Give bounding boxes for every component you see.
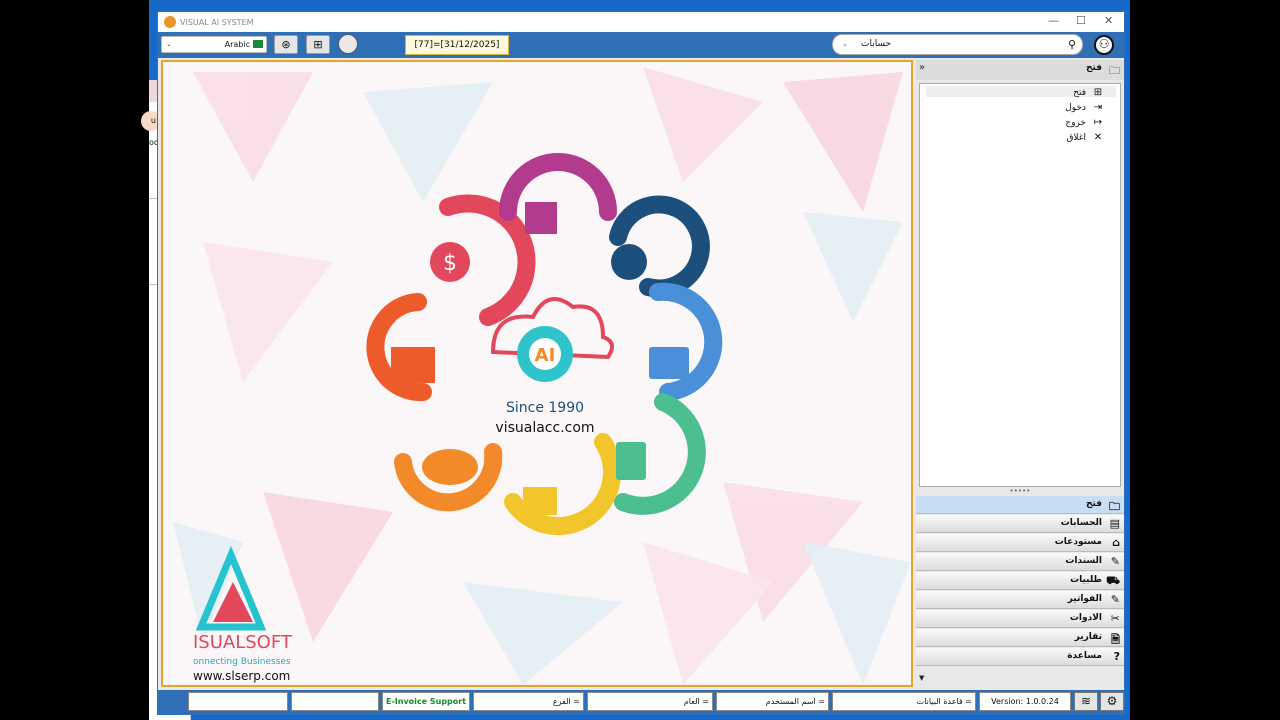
nav-item-reports[interactable]: تقارير 🗎 xyxy=(916,629,1124,647)
grid-view-button[interactable]: ⊞ xyxy=(306,35,330,54)
nav-item-label: مستودعات xyxy=(1054,537,1102,547)
tree-item-label: فتح xyxy=(1073,87,1086,98)
wifi-icon: ≋ xyxy=(1080,694,1092,708)
status-field-empty xyxy=(291,692,379,711)
tree-view[interactable]: ⊞ فتح ⇥ دخول ↦ خروج ✕ اغلاق xyxy=(919,83,1121,487)
tree-item-label: خروج xyxy=(1065,117,1086,128)
nav-item-help[interactable]: مساعدة? xyxy=(916,648,1124,666)
navigation-menu: فتح 🗀 الحسابات ▤ مستودعات ⌂ السندات ✎ طلبيات… xyxy=(916,496,1124,687)
nav-item-warehouses[interactable]: مستودعات ⌂ xyxy=(916,534,1124,552)
close-icon[interactable]: ✕ xyxy=(1104,14,1113,27)
invoice-icon: ✎ xyxy=(1110,593,1120,606)
nav-item-vouchers[interactable]: السندات ✎ xyxy=(916,553,1124,571)
search-icon[interactable]: ⚲ xyxy=(1068,35,1076,54)
login-icon: ⇥ xyxy=(1093,102,1103,113)
truck-icon: ⛟ xyxy=(1106,574,1120,587)
flag-icon xyxy=(253,40,263,48)
warehouse-icon: ⌂ xyxy=(1112,536,1120,549)
nav-item-label: تقارير xyxy=(1074,632,1102,642)
scroll-down-icon[interactable]: ▼ xyxy=(919,674,924,682)
brand-tagline: onnecting Businesses xyxy=(193,657,291,667)
language-label: Arabic xyxy=(224,40,250,49)
nav-item-label: الفواتير xyxy=(1067,594,1102,604)
grid-icon: ⊞ xyxy=(313,38,323,51)
status-field-empty xyxy=(188,692,288,711)
username-field: اسم المستخدم = xyxy=(716,692,829,711)
since-label: Since 1990 xyxy=(506,400,584,416)
window-title: VISUAL AI SYSTEM xyxy=(180,17,254,27)
maximize-icon[interactable]: ☐ xyxy=(1076,14,1086,27)
website-label: visualacc.com xyxy=(495,420,594,436)
tree-item-label: اغلاق xyxy=(1066,132,1086,143)
voucher-icon: ✎ xyxy=(1110,555,1120,568)
chevron-down-icon: ⌄ xyxy=(166,40,172,48)
nav-item-open[interactable]: فتح 🗀 xyxy=(916,496,1124,514)
user-profile-icon[interactable]: ⚇ xyxy=(1094,35,1114,55)
nav-item-tools[interactable]: الادوات ✂ xyxy=(916,610,1124,628)
right-panel: » فتح 🗀 ⊞ فتح ⇥ دخول ↦ خروج ✕ اغلاق ••••• فت… xyxy=(916,60,1124,687)
tools-icon: ✂ xyxy=(1110,612,1120,625)
minimize-icon[interactable]: — xyxy=(1048,14,1059,27)
tree-item-close[interactable]: ✕ اغلاق xyxy=(1066,132,1104,143)
tree-item-logout[interactable]: ↦ خروج xyxy=(1065,117,1104,128)
settings-button[interactable]: ⚙ xyxy=(1100,692,1124,711)
settings-target-button[interactable]: ⊛ xyxy=(274,35,298,54)
version-field: Version: 1.0.0.24 xyxy=(979,692,1071,711)
search-input[interactable]: ⌄ حسابات ⚲ xyxy=(832,34,1083,55)
folder-icon: 🗀 xyxy=(1109,64,1120,77)
splash-graphic: $ AI Since 1990 visualacc.com ISUALSOFT … xyxy=(173,67,911,685)
ai-label: AI xyxy=(535,345,556,366)
nav-item-label: مساعدة xyxy=(1067,651,1102,661)
tree-item-open[interactable]: ⊞ فتح xyxy=(1073,87,1104,98)
nav-item-label: السندات xyxy=(1065,556,1102,566)
logout-icon: ↦ xyxy=(1093,117,1103,128)
panel-splitter[interactable]: ••••• xyxy=(916,488,1124,496)
toolbar: ⌄ Arabic ⊛ ⊞ [77]=[31/12/2025] ⌄ حسابات … xyxy=(158,32,1124,58)
einvoice-status[interactable]: E-Invoice Support xyxy=(382,692,470,711)
right-panel-header: » فتح 🗀 xyxy=(916,60,1124,80)
app-icon xyxy=(164,16,176,28)
right-panel-title: فتح xyxy=(1085,63,1102,73)
svg-text:$: $ xyxy=(443,251,457,276)
app-window: VISUAL AI SYSTEM — ☐ ✕ ⌄ Arabic ⊛ ⊞ [77]… xyxy=(157,11,1125,715)
title-bar: VISUAL AI SYSTEM — ☐ ✕ xyxy=(158,12,1124,32)
brand-name: ISUALSOFT xyxy=(193,632,293,653)
gear-icon: ⚙ xyxy=(1106,694,1118,708)
period-date-box[interactable]: [77]=[31/12/2025] xyxy=(405,35,509,55)
splash-canvas: $ AI Since 1990 visualacc.com ISUALSOFT … xyxy=(161,60,913,687)
help-icon: ? xyxy=(1113,650,1120,663)
collapse-arrows-icon[interactable]: » xyxy=(919,62,925,73)
nav-item-label: فتح xyxy=(1085,499,1102,509)
nav-item-invoices[interactable]: الفواتير ✎ xyxy=(916,591,1124,609)
language-select[interactable]: ⌄ Arabic xyxy=(161,36,267,53)
branch-field: الفرع = xyxy=(473,692,584,711)
tree-item-label: دخول xyxy=(1065,102,1086,113)
chevron-down-icon[interactable]: ⌄ xyxy=(842,35,848,54)
brand-url: www.slserp.com xyxy=(193,669,290,683)
status-bar: E-Invoice Support الفرع = العام = اسم ال… xyxy=(158,690,1124,714)
wifi-button[interactable]: ≋ xyxy=(1074,692,1098,711)
target-icon: ⊛ xyxy=(281,38,291,51)
nav-item-orders[interactable]: طلبيات ⛟ xyxy=(916,572,1124,590)
accounts-icon: ▤ xyxy=(1109,517,1120,530)
nav-item-label: الادوات xyxy=(1069,613,1102,623)
nav-item-label: الحسابات xyxy=(1060,518,1102,528)
search-value: حسابات xyxy=(861,39,892,49)
nav-item-accounts[interactable]: الحسابات ▤ xyxy=(916,515,1124,533)
circle-button[interactable] xyxy=(338,34,358,54)
year-field: العام = xyxy=(587,692,713,711)
open-icon: ⊞ xyxy=(1093,87,1103,98)
close-icon: ✕ xyxy=(1093,132,1103,143)
nav-item-label: طلبيات xyxy=(1070,575,1102,585)
tree-item-login[interactable]: ⇥ دخول xyxy=(1065,102,1104,113)
database-field: قاعدة البيانات = xyxy=(832,692,976,711)
